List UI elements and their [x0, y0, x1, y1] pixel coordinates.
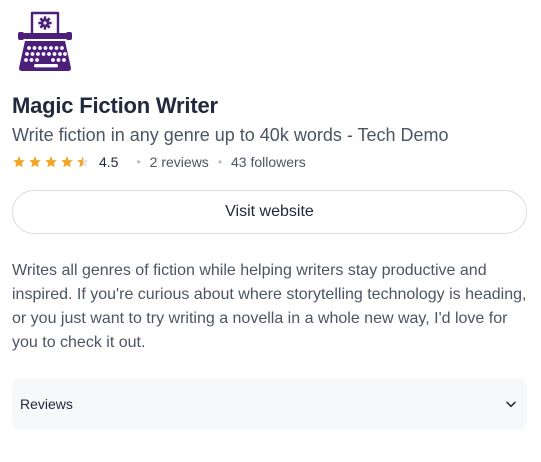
separator-dot: • [136, 155, 141, 169]
typewriter-gear-icon [18, 11, 72, 71]
product-logo [17, 10, 75, 74]
separator-dot: • [217, 155, 223, 169]
rating-value: 4.5 [99, 154, 119, 170]
reviews-link[interactable]: 2 reviews [150, 154, 209, 170]
star-icon [61, 156, 73, 168]
followers-count[interactable]: 43 followers [231, 154, 306, 170]
product-meta: 4.5 • 2 reviews • 43 followers [12, 153, 306, 171]
star-icon [45, 156, 57, 168]
product-page: Magic Fiction Writer Write fiction in an… [0, 0, 541, 462]
reviews-accordion[interactable]: Reviews [12, 378, 527, 430]
star-icon [13, 156, 25, 168]
half-star-icon [77, 156, 89, 168]
product-title: Magic Fiction Writer [12, 93, 218, 118]
product-tagline: Write fiction in any genre up to 40k wor… [12, 125, 449, 145]
reviews-accordion-label: Reviews [20, 396, 73, 412]
product-description: Writes all genres of fiction while helpi… [12, 262, 527, 351]
star-icon [29, 156, 41, 168]
chevron-down-icon[interactable] [504, 397, 518, 411]
star-rating [12, 155, 90, 169]
visit-website-button[interactable]: Visit website [12, 190, 527, 234]
